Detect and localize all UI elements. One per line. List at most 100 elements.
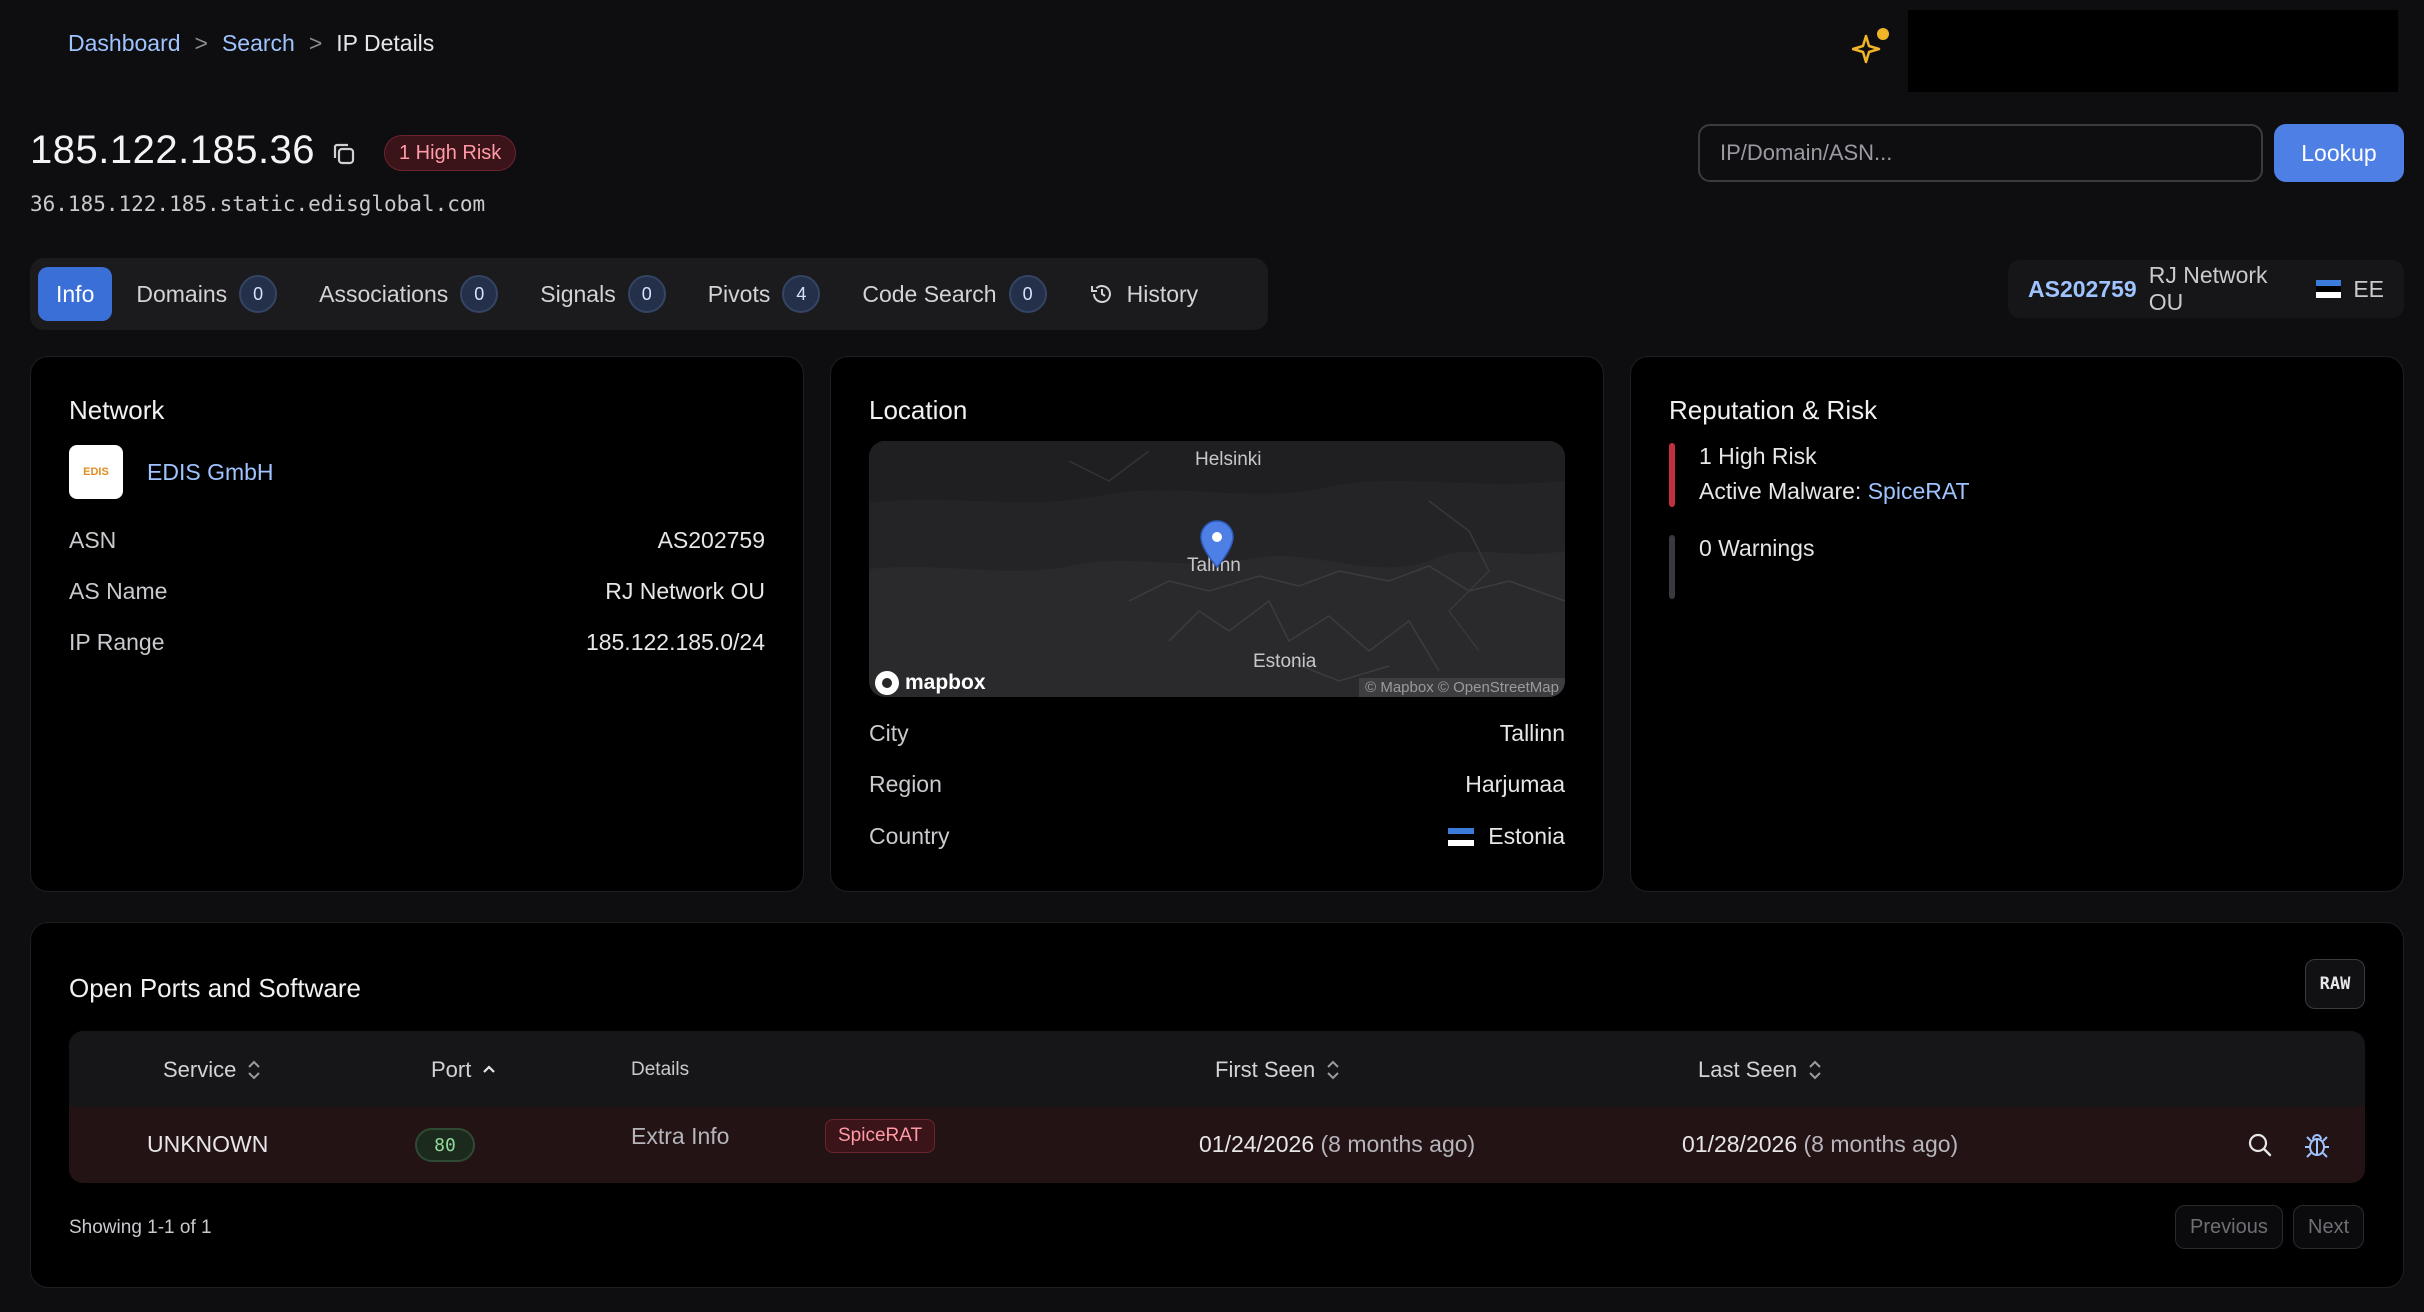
tab-label: Signals [540, 280, 616, 307]
risk-indicator-bar [1669, 443, 1675, 507]
network-card: Network EDIS EDIS GmbH ASN AS202759 AS N… [30, 356, 804, 892]
warnings-count: 0 Warnings [1699, 535, 1815, 561]
column-label: Last Seen [1698, 1057, 1798, 1082]
last-seen: 01/28/2026 (8 months ago) [1682, 1131, 1958, 1158]
tab-associations[interactable]: Associations 0 [301, 267, 516, 321]
first-seen-relative: (8 months ago) [1320, 1131, 1476, 1157]
field-label: IP Range [69, 629, 165, 655]
column-label: Service [163, 1057, 237, 1082]
org-logo-text: EDIS [83, 466, 109, 478]
breadcrumb-dashboard[interactable]: Dashboard [68, 30, 181, 57]
tab-history[interactable]: History [1071, 267, 1217, 321]
tab-label: Domains [136, 280, 228, 307]
tab-signals[interactable]: Signals 0 [522, 267, 683, 321]
tab-label: Pivots [707, 280, 771, 307]
map-pin-icon [1200, 520, 1234, 569]
location-row-region: Region Harjumaa [869, 771, 1565, 798]
column-details: Details [631, 1059, 689, 1081]
country-name: Estonia [1488, 823, 1565, 849]
column-first-seen[interactable]: First Seen [1215, 1057, 1341, 1083]
mapbox-label: mapbox [905, 671, 986, 694]
network-row-asn: ASN AS202759 [69, 527, 765, 554]
risk-badge: 1 High Risk [384, 135, 517, 171]
tab-domains[interactable]: Domains 0 [118, 267, 295, 321]
hostname: 36.185.122.185.static.edisglobal.com [30, 192, 486, 216]
mapbox-logo: mapbox [875, 671, 986, 695]
breadcrumb-search[interactable]: Search [222, 30, 295, 57]
table-row[interactable]: UNKNOWN 80 Extra Info SpiceRAT 01/24/202… [69, 1107, 2365, 1183]
bug-icon[interactable] [2302, 1130, 2332, 1160]
sort-ascending-icon [483, 1065, 496, 1073]
lookup-input[interactable] [1698, 124, 2263, 182]
column-label: Details [631, 1059, 690, 1080]
card-title: Network [69, 395, 165, 425]
ip-range-link[interactable]: 185.122.185.0/24 [586, 629, 765, 656]
search-icon[interactable] [2245, 1130, 2275, 1160]
history-icon [1090, 285, 1111, 303]
tab-info[interactable]: Info [38, 267, 113, 321]
tab-label: Associations [319, 280, 449, 307]
map-label-helsinki: Helsinki [1195, 449, 1262, 470]
card-title: Open Ports and Software [69, 973, 361, 1003]
tab-count: 0 [627, 275, 666, 313]
last-seen-date: 01/28/2026 [1682, 1131, 1798, 1157]
sort-icon [248, 1060, 261, 1080]
tab-pivots[interactable]: Pivots 4 [690, 267, 839, 321]
location-map[interactable]: Helsinki Tallinn Estonia mapbox © Mapbox… [869, 441, 1565, 697]
asn-number[interactable]: AS202759 [2028, 276, 2137, 303]
field-label: ASN [69, 527, 117, 553]
network-org: EDIS EDIS GmbH [69, 445, 274, 499]
field-value: Tallinn [1499, 720, 1565, 746]
tab-label: History [1126, 280, 1199, 307]
asn-link[interactable]: AS202759 [658, 527, 765, 554]
field-label: City [869, 720, 909, 746]
risk-text: 1 High Risk Active Malware: SpiceRAT [1699, 443, 1970, 507]
column-service[interactable]: Service [163, 1057, 262, 1083]
field-label: Region [869, 771, 942, 797]
tab-count: 0 [1008, 275, 1047, 313]
breadcrumb-current: IP Details [336, 30, 435, 56]
copy-icon[interactable] [330, 140, 358, 168]
table-header: Service Port Details First Seen Last See… [69, 1031, 2365, 1107]
location-row-country: Country Estonia [869, 823, 1565, 850]
first-seen: 01/24/2026 (8 months ago) [1199, 1131, 1475, 1158]
location-row-city: City Tallinn [869, 720, 1565, 747]
last-seen-relative: (8 months ago) [1803, 1131, 1959, 1157]
column-last-seen[interactable]: Last Seen [1698, 1057, 1823, 1083]
previous-button[interactable]: Previous [2175, 1205, 2283, 1249]
field-value: RJ Network OU [605, 578, 765, 604]
details-label: Extra Info [631, 1123, 730, 1149]
open-ports-card: Open Ports and Software RAW Service Port… [30, 922, 2404, 1288]
asn-summary: AS202759 RJ Network OU EE [2008, 260, 2404, 318]
service-name: UNKNOWN [147, 1131, 269, 1157]
sort-icon [1327, 1060, 1339, 1080]
org-name-link[interactable]: EDIS GmbH [147, 459, 274, 486]
malware-link[interactable]: SpiceRAT [1868, 478, 1970, 504]
warnings-text: 0 Warnings [1699, 535, 1814, 599]
raw-button[interactable]: RAW [2305, 959, 2365, 1009]
card-title: Reputation & Risk [1669, 395, 1878, 425]
pagination-summary: Showing 1-1 of 1 [69, 1217, 212, 1238]
next-button[interactable]: Next [2293, 1205, 2365, 1249]
tab-code-search[interactable]: Code Search 0 [844, 267, 1064, 321]
tab-label: Code Search [862, 280, 997, 307]
map-attribution[interactable]: © Mapbox © OpenStreetMap [1359, 678, 1565, 697]
sparkle-icon[interactable] [1852, 26, 1892, 66]
column-port[interactable]: Port [431, 1057, 497, 1083]
redacted-panel [1908, 10, 2398, 92]
lookup-button[interactable]: Lookup [2274, 124, 2404, 182]
tab-count: 4 [782, 275, 821, 313]
tab-count: 0 [460, 275, 499, 313]
malware-tag[interactable]: SpiceRAT [825, 1119, 936, 1153]
tab-bar: Info Domains 0 Associations 0 Signals 0 … [30, 258, 1268, 330]
risk-item: 1 High Risk Active Malware: SpiceRAT [1669, 443, 1970, 507]
country-code: EE [2353, 275, 2384, 302]
location-card: Location Helsinki Tallinn Estonia mapbox… [830, 356, 1604, 892]
column-label: Port [431, 1057, 472, 1082]
org-logo: EDIS [69, 445, 123, 499]
active-malware: Active Malware: SpiceRAT [1699, 478, 1970, 505]
ip-address-title: 185.122.185.36 [30, 128, 316, 172]
field-value: Harjumaa [1465, 771, 1565, 797]
asn-name: RJ Network OU [2148, 262, 2268, 315]
estonia-flag-icon [2316, 280, 2342, 298]
